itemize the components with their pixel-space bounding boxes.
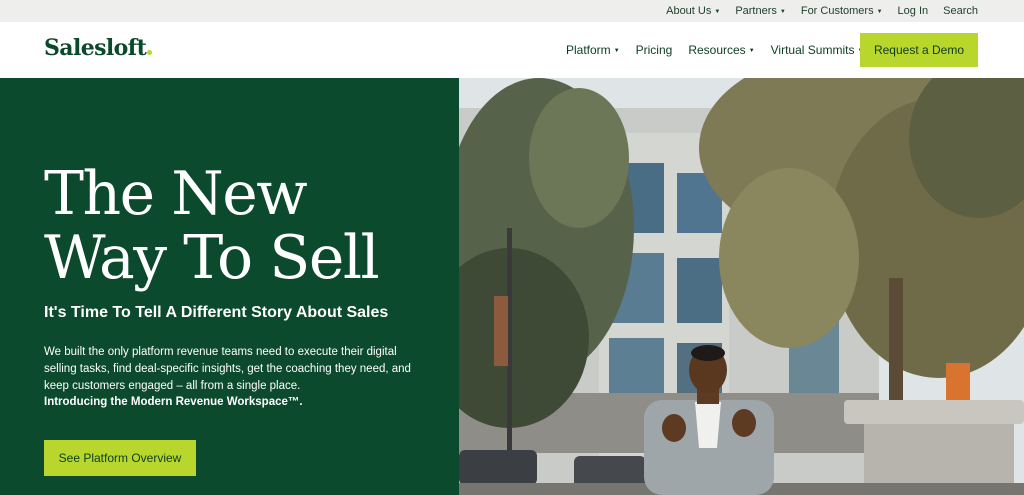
nav-item-resources[interactable]: Resources ▼ <box>688 43 754 57</box>
see-platform-overview-button[interactable]: See Platform Overview <box>44 440 196 476</box>
utility-nav: About Us ▼ Partners ▼ For Customers ▼ Log I… <box>666 0 978 22</box>
nav-item-label: Virtual Summits <box>770 43 855 57</box>
hero-body-strong: Introducing the Modern Revenue Workspace… <box>44 396 303 408</box>
caret-down-icon: ▼ <box>613 47 620 54</box>
utility-link-label: About Us <box>666 5 712 17</box>
hero-video[interactable] <box>459 78 1024 495</box>
utility-link-label: Log In <box>897 5 929 17</box>
utility-link-partners[interactable]: Partners ▼ <box>735 5 786 17</box>
caret-down-icon: ▼ <box>876 8 883 15</box>
hero-panel: The New Way To Sell It's Time To Tell A … <box>0 78 459 495</box>
nav-item-label: Platform <box>566 43 611 57</box>
logo-text: Salesloft <box>44 35 147 61</box>
salesloft-logo[interactable]: Salesloft <box>44 35 153 61</box>
hero-title-line-2: Way To Sell <box>44 223 380 293</box>
utility-bar: About Us ▼ Partners ▼ For Customers ▼ Log I… <box>0 0 1024 22</box>
utility-link-label: Partners <box>735 5 777 17</box>
nav-item-virtual-summits[interactable]: Virtual Summits▼ <box>771 43 864 57</box>
hero-body: We built the only platform revenue teams… <box>44 346 411 392</box>
utility-link-label: For Customers <box>800 5 874 17</box>
main-header: Salesloft Platform ▼ Pricing Resources ▼ V… <box>0 22 1024 78</box>
caret-down-icon: ▼ <box>748 47 755 54</box>
request-demo-button[interactable]: Request a Demo <box>860 33 978 67</box>
utility-link-about-us[interactable]: About Us ▼ <box>666 5 720 17</box>
nav-item-pricing[interactable]: Pricing <box>636 43 673 57</box>
utility-link-log-in[interactable]: Log In <box>898 5 929 17</box>
utility-link-label: Search <box>943 5 978 17</box>
hero-title: The New Way To Sell <box>44 162 444 290</box>
hero-video-still <box>459 78 1024 495</box>
hero-title-line-1: The New <box>44 159 308 229</box>
caret-down-icon: ▼ <box>779 8 786 15</box>
nav-item-platform[interactable]: Platform ▼ <box>566 43 620 57</box>
caret-down-icon: ▼ <box>714 8 721 15</box>
hero-subtitle: It's Time To Tell A Different Story Abou… <box>44 304 389 321</box>
nav-item-label: Resources <box>688 43 746 57</box>
nav-item-label: Pricing <box>635 43 673 57</box>
utility-link-search[interactable]: Search <box>943 5 978 17</box>
utility-link-for-customers[interactable]: For Customers ▼ <box>801 5 883 17</box>
main-nav: Platform ▼ Pricing Resources ▼ Virtual Sum… <box>566 22 863 78</box>
logo-dot-icon <box>147 50 153 55</box>
